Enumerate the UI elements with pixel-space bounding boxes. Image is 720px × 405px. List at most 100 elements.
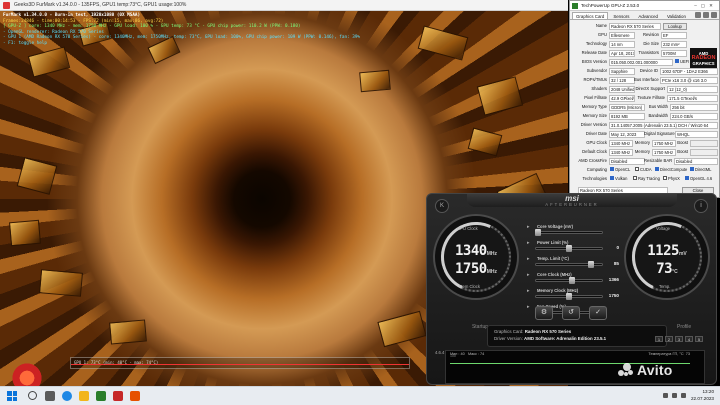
afterburner-taskbar-icon[interactable] (113, 391, 123, 401)
slider-knob[interactable] (535, 229, 541, 236)
clock[interactable]: 13:20 22.07.2023 (691, 389, 714, 402)
name-value[interactable]: Radeon RX 570 Series (609, 22, 661, 30)
network-icon[interactable] (672, 393, 677, 398)
driverdate-value[interactable]: May 12, 2023 (609, 130, 645, 138)
dx-value[interactable]: 12 (12_0) (667, 85, 718, 93)
boost-value[interactable] (690, 139, 718, 147)
kombustor-icon[interactable]: K (435, 199, 449, 213)
tech-opengl[interactable]: OpenGL 4.6 (685, 175, 712, 183)
gpuz-taskbar-icon[interactable] (96, 391, 106, 401)
checkbox-icon (690, 167, 694, 172)
chevron-up-icon[interactable] (663, 393, 668, 398)
computing-directcompute[interactable]: DirectCompute (655, 166, 687, 174)
defmem-value[interactable]: 1750 MHz (652, 148, 676, 156)
computing-cuda[interactable]: CUDA (635, 166, 652, 174)
furmark-titlebar[interactable]: Geeks3D FurMark v1.34.0.0 - 135FPS, GPU1… (0, 0, 568, 11)
info-icon[interactable]: i (694, 199, 708, 213)
furmark-window-title: Geeks3D FurMark v1.34.0.0 - 135FPS, GPU1… (14, 2, 187, 8)
afterburner-window[interactable]: msi AFTERBURNER K i GPU Clock 1340MHz 17… (426, 193, 717, 385)
tab-advanced[interactable]: Advanced (634, 12, 662, 19)
slider-knob[interactable] (569, 277, 576, 284)
tab-graphics-card[interactable]: Graphics Card (572, 12, 609, 19)
crossfire-label: AMD CrossFire (578, 158, 607, 163)
shaders-value[interactable]: 2048 Unified (609, 85, 635, 93)
file-explorer-icon[interactable] (79, 391, 89, 401)
profile-slot-4[interactable]: 4 (685, 336, 693, 342)
gpuz-window[interactable]: TechPowerUp GPU-Z 2.53.0 –▢✕ Graphics Ca… (569, 0, 720, 198)
revision-value[interactable]: EF (661, 31, 687, 39)
profile-slot-1[interactable]: 1 (655, 336, 663, 342)
gpu-clock-label: GPU Clock (457, 226, 478, 231)
camera-icon[interactable] (695, 12, 701, 18)
menu-icon[interactable] (711, 12, 717, 18)
row-driver: Driver Version 31.0.14057.2005 (Adrenali… (570, 121, 719, 129)
dx-label: DirectX Support (635, 86, 665, 91)
rops-value[interactable]: 32 / 128 (609, 76, 635, 84)
tech-physx[interactable]: PhysX (663, 175, 680, 183)
reset-button[interactable]: ↺ (562, 306, 580, 320)
bandwidth-value[interactable]: 224.0 GB/s (670, 112, 718, 120)
furmark-taskbar-icon[interactable] (130, 391, 140, 401)
technology-value[interactable]: 14 nm (609, 40, 635, 48)
opencl-label: OpenCL (615, 167, 631, 172)
texture-value[interactable]: 171.5 GTexel/s (667, 94, 718, 102)
start-button[interactable] (7, 391, 17, 401)
buswidth-value[interactable]: 256 bit (670, 103, 718, 111)
memtype-value[interactable]: GDDR5 (Micron) (609, 103, 645, 111)
edge-icon[interactable] (62, 391, 72, 401)
name-label: Name (595, 23, 607, 28)
avito-logo-icon (618, 363, 634, 377)
slider-track[interactable] (535, 231, 603, 234)
volume-icon[interactable] (681, 393, 686, 398)
diesize-value[interactable]: 232 mm² (661, 40, 687, 48)
memsize-value[interactable]: 8192 MB (609, 112, 645, 120)
tech-raytracing[interactable]: Ray Tracing (633, 175, 660, 183)
digsig-value[interactable]: WHQL (675, 130, 718, 138)
tab-validation[interactable]: Validation (663, 12, 690, 19)
search-icon[interactable] (28, 391, 37, 400)
slider-icon: ▸ (527, 224, 530, 230)
row-subvendor: Subvendor Sapphire Device ID 1002 67DF -… (570, 67, 719, 75)
slider-icon: ▸ (527, 288, 530, 294)
crossfire-value[interactable]: Disabled (609, 157, 645, 165)
pixel-value[interactable]: 42.9 GPixel/s (609, 94, 635, 102)
memory-label: Memory (634, 140, 650, 145)
transistors-value[interactable]: 5700M (661, 49, 687, 57)
settings-button[interactable]: ⚙ (535, 306, 553, 320)
row-technology: Technology 14 nm Die Size 232 mm² (570, 40, 719, 48)
bus-value[interactable]: PCIe x16 3.0 @ x16 3.0 (660, 76, 718, 84)
rebar-value[interactable]: Disabled (674, 157, 718, 165)
bios-label: BIOS Version (581, 59, 607, 64)
deviceid-value[interactable]: 1002 67DF - 1DA2 E366 (660, 67, 718, 75)
computing-opencl[interactable]: OpenCL (610, 166, 630, 174)
window-controls[interactable]: –▢✕ (694, 1, 717, 11)
uefi-checkbox[interactable] (675, 59, 679, 64)
afterburner-logo-text: AFTERBURNER (545, 202, 599, 207)
profile-label: Profile (677, 324, 692, 330)
tab-sensors[interactable]: Sensors (609, 12, 633, 19)
profile-slot-2[interactable]: 2 (665, 336, 673, 342)
gpu-value[interactable]: Ellesmere (609, 31, 635, 39)
refresh-icon[interactable] (703, 12, 709, 18)
card-label: Graphics Card: (494, 329, 524, 334)
profile-slot-5[interactable]: 5 (695, 336, 703, 342)
slider-knob[interactable] (566, 245, 572, 252)
release-value[interactable]: Apr 18, 2017 (609, 49, 635, 57)
gpuz-titlebar[interactable]: TechPowerUp GPU-Z 2.53.0 –▢✕ (570, 1, 719, 11)
apply-button[interactable]: ✓ (589, 306, 607, 320)
tech-vulkan[interactable]: Vulkan (610, 175, 627, 183)
bios-value[interactable]: 015.050.002.001.000000 (609, 58, 673, 66)
gpuclock-value[interactable]: 1340 MHz (609, 139, 633, 147)
defboost-value[interactable] (690, 148, 718, 156)
slider-knob[interactable] (587, 261, 594, 268)
computing-directml[interactable]: DirectML (690, 166, 711, 174)
subvendor-value[interactable]: Sapphire (609, 67, 635, 75)
memclock-value[interactable]: 1750 MHz (652, 139, 676, 147)
task-view-icon[interactable] (45, 391, 55, 401)
profile-slot-3[interactable]: 3 (675, 336, 683, 342)
lookup-button[interactable]: Lookup (663, 22, 687, 30)
driver-value[interactable]: 31.0.14057.2005 (Adrenalin 23.5.1) DCH /… (609, 121, 718, 129)
slider-knob[interactable] (566, 293, 572, 300)
slider-value: 85 (613, 261, 619, 266)
defclock-value[interactable]: 1340 MHz (609, 148, 633, 156)
